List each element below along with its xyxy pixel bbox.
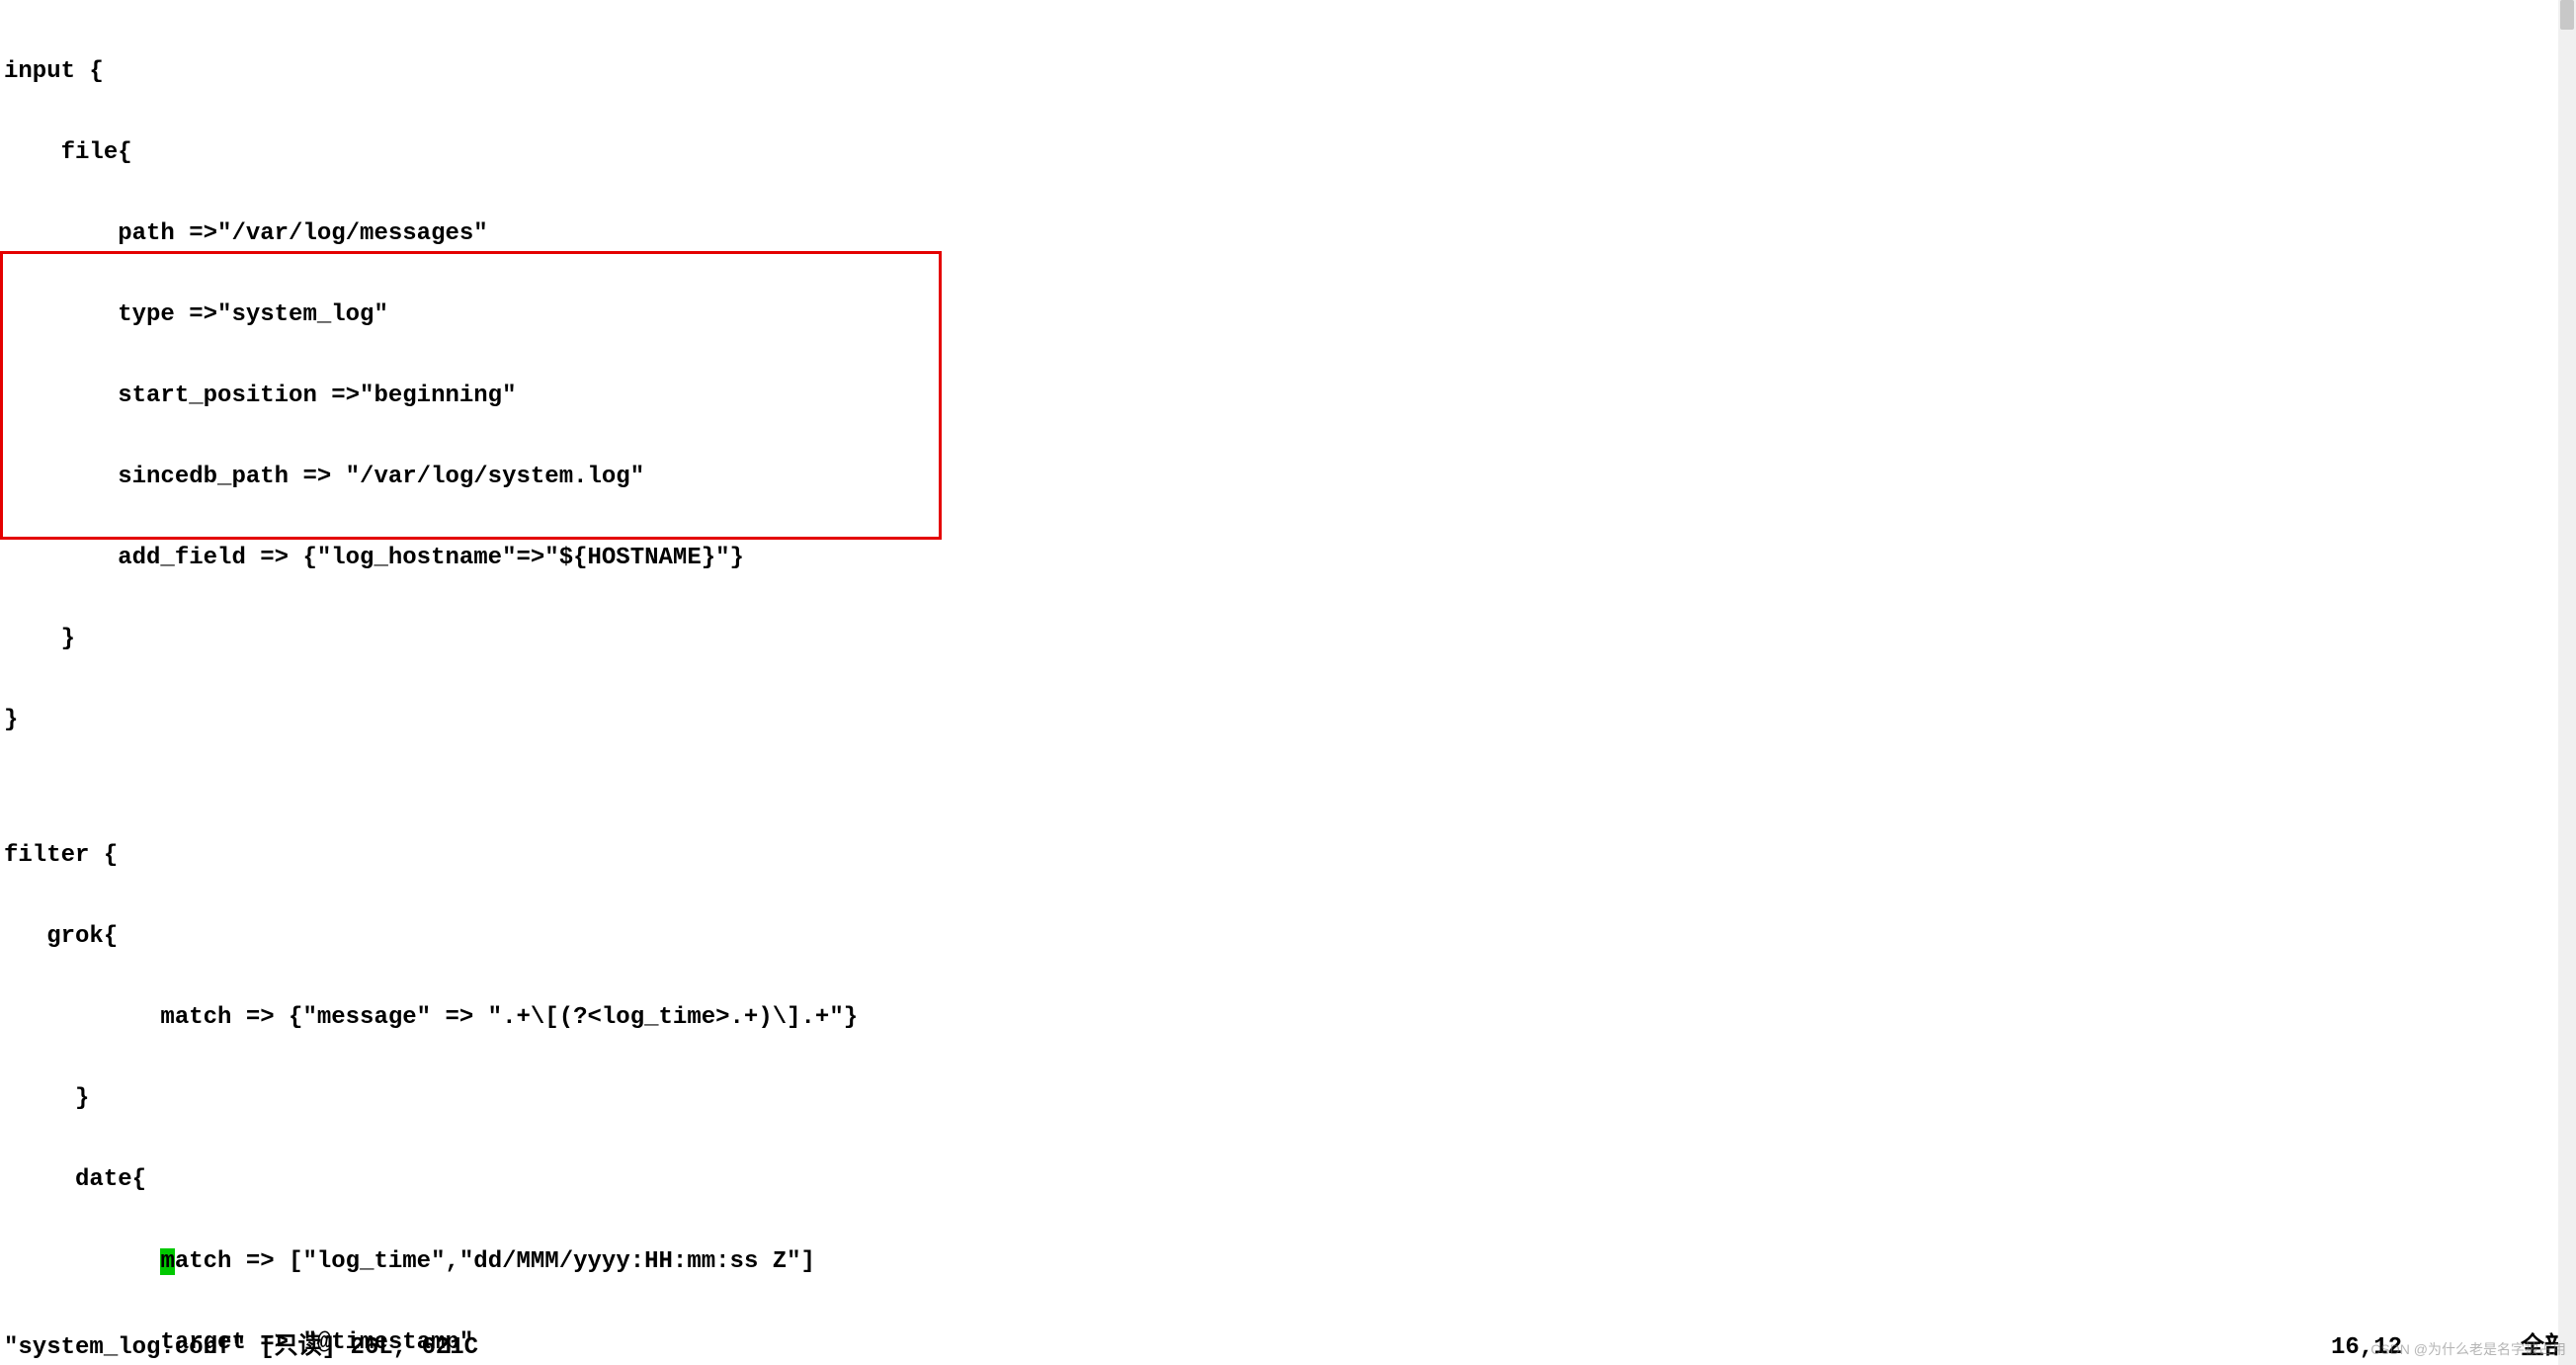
code-line: type =>"system_log" (4, 301, 2576, 328)
code-line: start_position =>"beginning" (4, 383, 2576, 409)
code-line: } (4, 626, 2576, 652)
status-filename: "system_log.conf" [只读] 26L, 621C (4, 1325, 478, 1361)
code-line: path =>"/var/log/messages" (4, 220, 2576, 247)
code-line: sincedb_path => "/var/log/system.log" (4, 464, 2576, 490)
code-line: filter { (4, 842, 2576, 869)
scrollbar-thumb[interactable] (2560, 0, 2574, 30)
scrollbar[interactable] (2558, 0, 2576, 1365)
cursor: m (160, 1248, 174, 1275)
code-line-cursor: match => ["log_time","dd/MMM/yyyy:HH:mm:… (4, 1248, 2576, 1275)
code-line: grok{ (4, 923, 2576, 950)
code-line: date{ (4, 1166, 2576, 1193)
code-line: file{ (4, 139, 2576, 166)
code-line: match => {"message" => ".+\[(?<log_time>… (4, 1004, 2576, 1031)
code-text: atch => ["log_time","dd/MMM/yyyy:HH:mm:s… (175, 1248, 815, 1275)
code-line: add_field => {"log_hostname"=>"${HOSTNAM… (4, 545, 2576, 571)
code-text (4, 1248, 160, 1275)
status-position: 16,12 (2331, 1334, 2521, 1361)
code-line: } (4, 707, 2576, 733)
code-line: input { (4, 58, 2576, 85)
editor-area[interactable]: input { file{ path =>"/var/log/messages"… (0, 0, 2576, 1365)
vim-viewport: input { file{ path =>"/var/log/messages"… (0, 0, 2576, 1365)
code-line: } (4, 1085, 2576, 1112)
vim-status-bar: "system_log.conf" [只读] 26L, 621C 16,12 全… (4, 1325, 2568, 1361)
